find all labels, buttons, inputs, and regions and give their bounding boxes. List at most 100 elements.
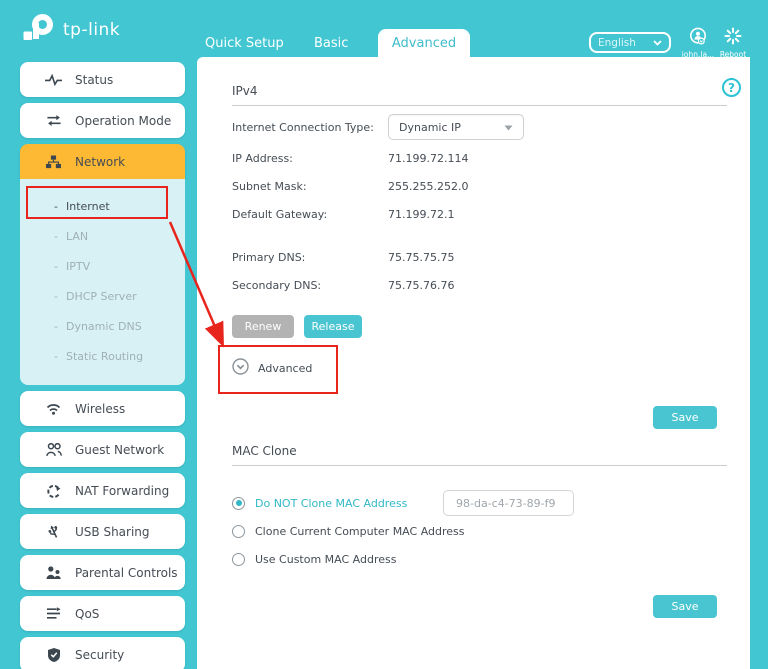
- submenu-item-dhcp-server[interactable]: - DHCP Server: [20, 281, 185, 311]
- submenu-label: Dynamic DNS: [66, 320, 142, 333]
- sidebar-item-qos[interactable]: QoS: [20, 596, 185, 631]
- tab-label: Basic: [314, 36, 348, 51]
- release-button[interactable]: Release: [304, 315, 362, 338]
- subnet-mask-row: Subnet Mask: 255.255.252.0: [232, 177, 468, 195]
- submenu-item-internet[interactable]: - Internet: [20, 191, 185, 221]
- ip-address-label: IP Address:: [232, 152, 388, 165]
- sidebar-item-label: Operation Mode: [75, 114, 171, 128]
- default-gateway-row: Default Gateway: 71.199.72.1: [232, 205, 454, 223]
- connection-type-value: Dynamic IP: [399, 121, 461, 134]
- language-select[interactable]: English: [589, 32, 671, 53]
- circle-chevron-down-icon: [232, 358, 249, 378]
- submenu-item-iptv[interactable]: - IPTV: [20, 251, 185, 281]
- language-value: English: [598, 37, 636, 49]
- sidebar-item-label: Wireless: [75, 402, 125, 416]
- sidebar-item-network[interactable]: Network: [20, 144, 185, 179]
- user-icon: [689, 27, 707, 49]
- guests-icon: [45, 443, 62, 456]
- radio-label-clone-current[interactable]: Clone Current Computer MAC Address: [255, 525, 465, 538]
- tp-link-logo-icon: [22, 11, 56, 49]
- radio-clone-current[interactable]: [232, 525, 245, 538]
- reboot-button[interactable]: Reboot: [713, 27, 753, 59]
- sidebar: Status Operation Mode: [20, 62, 185, 669]
- usb-icon: [45, 525, 62, 539]
- mac-clone-section-title: MAC Clone: [232, 444, 727, 466]
- renew-button[interactable]: Renew: [232, 315, 294, 338]
- submenu-bullet: -: [54, 200, 58, 213]
- default-gateway-value: 71.199.72.1: [388, 208, 454, 221]
- ip-address-value: 71.199.72.114: [388, 152, 468, 165]
- help-glyph: ?: [728, 81, 735, 95]
- sidebar-item-status[interactable]: Status: [20, 62, 185, 97]
- sidebar-item-label: NAT Forwarding: [75, 484, 169, 498]
- connection-type-label: Internet Connection Type:: [232, 121, 388, 134]
- parental-icon: [45, 566, 62, 580]
- sidebar-item-guest-network[interactable]: Guest Network: [20, 432, 185, 467]
- wifi-icon: [45, 402, 62, 415]
- sidebar-item-usb-sharing[interactable]: USB Sharing: [20, 514, 185, 549]
- radio-label-use-custom[interactable]: Use Custom MAC Address: [255, 553, 397, 566]
- router-admin-page: tp-link Quick Setup Basic Advanced Engli…: [0, 0, 768, 669]
- subnet-mask-value: 255.255.252.0: [388, 180, 468, 193]
- dhcp-buttons-row: Renew Release: [232, 313, 362, 339]
- ipv4-section-title: IPv4: [232, 84, 727, 106]
- primary-dns-label: Primary DNS:: [232, 251, 388, 264]
- user-account-button[interactable]: john.la...: [678, 27, 718, 59]
- network-icon: [45, 155, 62, 169]
- radio-do-not-clone[interactable]: [232, 497, 245, 510]
- default-gateway-label: Default Gateway:: [232, 208, 388, 221]
- radio-use-custom[interactable]: [232, 553, 245, 566]
- submenu-bullet: -: [54, 320, 58, 333]
- connection-type-select[interactable]: Dynamic IP: [388, 114, 524, 140]
- qos-icon: [45, 607, 62, 620]
- advanced-expander-label: Advanced: [258, 362, 312, 375]
- sidebar-item-parental-controls[interactable]: Parental Controls: [20, 555, 185, 590]
- mac-clone-save-button[interactable]: Save: [653, 595, 717, 618]
- sidebar-item-wireless[interactable]: Wireless: [20, 391, 185, 426]
- sidebar-item-security[interactable]: Security: [20, 637, 185, 669]
- submenu-label: DHCP Server: [66, 290, 137, 303]
- submenu-bullet: -: [54, 260, 58, 273]
- mac-option-row-do-not-clone: Do NOT Clone MAC Address: [232, 490, 727, 516]
- chevron-down-icon: [653, 37, 662, 49]
- secondary-dns-row: Secondary DNS: 75.75.76.76: [232, 276, 454, 294]
- mac-address-input[interactable]: [443, 490, 574, 516]
- sidebar-item-nat-forwarding[interactable]: NAT Forwarding: [20, 473, 185, 508]
- reboot-icon: [724, 27, 742, 49]
- chevron-down-icon: [504, 121, 513, 134]
- primary-dns-value: 75.75.75.75: [388, 251, 454, 264]
- sidebar-item-label: USB Sharing: [75, 525, 150, 539]
- sidebar-item-operation-mode[interactable]: Operation Mode: [20, 103, 185, 138]
- tab-basic[interactable]: Basic: [314, 29, 348, 57]
- submenu-item-static-routing[interactable]: - Static Routing: [20, 341, 185, 371]
- header: tp-link Quick Setup Basic Advanced Engli…: [0, 0, 768, 57]
- sidebar-item-label: Network: [75, 155, 125, 169]
- submenu-label: LAN: [66, 230, 88, 243]
- submenu-item-lan[interactable]: - LAN: [20, 221, 185, 251]
- mac-option-row-use-custom: Use Custom MAC Address: [232, 550, 397, 568]
- submenu-bullet: -: [54, 350, 58, 363]
- advanced-expander[interactable]: Advanced: [232, 358, 312, 378]
- submenu-label: Static Routing: [66, 350, 143, 363]
- radio-label-do-not-clone[interactable]: Do NOT Clone MAC Address: [255, 497, 407, 510]
- sidebar-item-label: QoS: [75, 607, 99, 621]
- submenu-label: Internet: [66, 200, 110, 213]
- connection-type-row: Internet Connection Type: Dynamic IP: [232, 114, 524, 140]
- submenu-bullet: -: [54, 290, 58, 303]
- tab-label: Quick Setup: [205, 36, 284, 51]
- tp-link-logo: tp-link: [22, 11, 120, 49]
- submenu-label: IPTV: [66, 260, 90, 273]
- pulse-icon: [45, 74, 62, 86]
- sidebar-item-label: Parental Controls: [75, 566, 178, 580]
- network-submenu: - Internet - LAN - IPTV - DHCP Server - …: [20, 179, 185, 385]
- ip-address-row: IP Address: 71.199.72.114: [232, 149, 468, 167]
- ipv4-save-button[interactable]: Save: [653, 406, 717, 429]
- mac-option-row-clone-current: Clone Current Computer MAC Address: [232, 522, 465, 540]
- tab-quick-setup[interactable]: Quick Setup: [205, 29, 284, 57]
- primary-dns-row: Primary DNS: 75.75.75.75: [232, 248, 454, 266]
- secondary-dns-label: Secondary DNS:: [232, 279, 388, 292]
- submenu-item-dynamic-dns[interactable]: - Dynamic DNS: [20, 311, 185, 341]
- shield-icon: [45, 648, 62, 662]
- tab-advanced[interactable]: Advanced: [378, 29, 470, 57]
- operation-mode-icon: [45, 114, 62, 127]
